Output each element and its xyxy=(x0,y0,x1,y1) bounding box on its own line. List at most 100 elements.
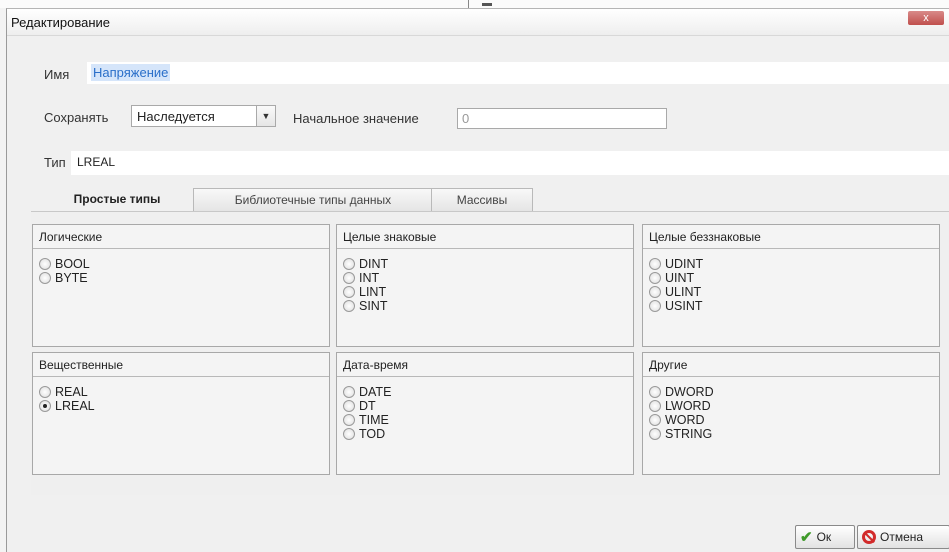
tab-library-types[interactable]: Библиотечные типы данных xyxy=(193,188,433,212)
radio-icon[interactable] xyxy=(39,386,51,398)
radio-option[interactable]: REAL xyxy=(39,385,95,399)
radio-option[interactable]: BYTE xyxy=(39,271,90,285)
cancel-label: Отмена xyxy=(880,530,924,544)
radio-icon[interactable] xyxy=(649,286,661,298)
radio-icon[interactable] xyxy=(649,428,661,440)
group-signed-integers: Целые знаковые DINT INT LINT SINT xyxy=(336,224,634,347)
group-date-time: Дата-время DATE DT TIME TOD xyxy=(336,352,634,475)
option-label: LWORD xyxy=(665,399,711,413)
radio-icon[interactable] xyxy=(343,272,355,284)
option-label: STRING xyxy=(665,427,713,441)
group-other: Другие DWORD LWORD WORD STRING xyxy=(642,352,940,475)
close-button[interactable]: x xyxy=(908,11,944,25)
group-logical: Логические BOOL BYTE xyxy=(32,224,330,347)
radio-icon[interactable] xyxy=(649,386,661,398)
window-title: Редактирование xyxy=(11,15,111,30)
radio-option[interactable]: DT xyxy=(343,399,391,413)
ok-label: Ок xyxy=(816,530,832,544)
radio-option[interactable]: UDINT xyxy=(649,257,703,271)
tab-simple-types[interactable]: Простые типы xyxy=(47,188,187,212)
radio-option[interactable]: TOD xyxy=(343,427,391,441)
radio-option[interactable]: UINT xyxy=(649,271,703,285)
group-title: Другие xyxy=(643,353,939,377)
cancel-button[interactable]: Отмена xyxy=(857,525,949,549)
title-bar: Редактирование x xyxy=(7,9,949,36)
radio-option[interactable]: ULINT xyxy=(649,285,703,299)
radio-option[interactable]: DATE xyxy=(343,385,391,399)
save-label: Сохранять xyxy=(44,110,109,125)
option-label: BYTE xyxy=(55,271,88,285)
option-label: WORD xyxy=(665,413,705,427)
radio-icon[interactable] xyxy=(649,258,661,270)
option-label: REAL xyxy=(55,385,88,399)
radio-icon[interactable] xyxy=(343,258,355,270)
initial-value-input[interactable]: 0 xyxy=(457,108,667,129)
option-label: BOOL xyxy=(55,257,90,271)
option-label: TOD xyxy=(359,427,386,441)
group-title: Целые знаковые xyxy=(337,225,633,249)
group-unsigned-integers: Целые беззнаковые UDINT UINT ULINT USINT xyxy=(642,224,940,347)
chevron-down-icon[interactable]: ▼ xyxy=(256,106,275,126)
radio-icon[interactable] xyxy=(39,258,51,270)
radio-option[interactable]: DWORD xyxy=(649,385,714,399)
checkmark-icon: ✔ xyxy=(800,529,813,546)
option-label: INT xyxy=(359,271,380,285)
group-title: Дата-время xyxy=(337,353,633,377)
radio-icon[interactable] xyxy=(343,300,355,312)
radio-option[interactable]: TIME xyxy=(343,413,391,427)
radio-icon[interactable] xyxy=(343,400,355,412)
cancel-icon xyxy=(862,530,876,544)
option-label: DINT xyxy=(359,257,389,271)
radio-icon[interactable] xyxy=(649,300,661,312)
name-field[interactable]: Напряжение xyxy=(87,62,949,84)
radio-icon[interactable] xyxy=(649,414,661,426)
option-label: LINT xyxy=(359,285,387,299)
name-label: Имя xyxy=(44,67,70,82)
option-label: TIME xyxy=(359,413,389,427)
radio-option[interactable]: DINT xyxy=(343,257,388,271)
option-label: USINT xyxy=(665,299,703,313)
tab-arrays[interactable]: Массивы xyxy=(431,188,533,212)
group-title: Вещественные xyxy=(33,353,329,377)
background-strip xyxy=(0,0,949,8)
type-label: Тип xyxy=(44,155,66,170)
radio-option[interactable]: BOOL xyxy=(39,257,90,271)
radio-option[interactable]: USINT xyxy=(649,299,703,313)
option-label: DATE xyxy=(359,385,392,399)
radio-option-selected[interactable]: LREAL xyxy=(39,399,95,413)
save-select-value: Наследуется xyxy=(137,109,215,124)
radio-icon[interactable] xyxy=(649,272,661,284)
option-label: UDINT xyxy=(665,257,704,271)
radio-option[interactable]: SINT xyxy=(343,299,388,313)
option-label: UINT xyxy=(665,271,695,285)
initial-value-label: Начальное значение xyxy=(293,111,419,126)
tab-panel: Логические BOOL BYTE Целые знаковые DINT… xyxy=(31,211,949,495)
radio-icon[interactable] xyxy=(343,386,355,398)
edit-dialog: Редактирование x Имя Напряжение Сохранят… xyxy=(6,8,949,552)
save-select[interactable]: Наследуется ▼ xyxy=(131,105,276,127)
radio-icon[interactable] xyxy=(649,400,661,412)
group-title: Логические xyxy=(33,225,329,249)
radio-option[interactable]: LWORD xyxy=(649,399,714,413)
option-label: DT xyxy=(359,399,376,413)
radio-icon[interactable] xyxy=(343,286,355,298)
radio-option[interactable]: INT xyxy=(343,271,388,285)
option-label: SINT xyxy=(359,299,388,313)
radio-icon[interactable] xyxy=(343,428,355,440)
divider xyxy=(468,0,469,8)
option-label: LREAL xyxy=(55,399,95,413)
radio-option[interactable]: LINT xyxy=(343,285,388,299)
name-value: Напряжение xyxy=(91,64,171,81)
radio-icon[interactable] xyxy=(39,272,51,284)
radio-option[interactable]: STRING xyxy=(649,427,714,441)
ok-button[interactable]: ✔ Ок xyxy=(795,525,855,549)
background-dash xyxy=(482,3,492,6)
group-title: Целые беззнаковые xyxy=(643,225,939,249)
radio-option[interactable]: WORD xyxy=(649,413,714,427)
radio-icon[interactable] xyxy=(343,414,355,426)
type-field[interactable]: LREAL xyxy=(71,151,949,175)
option-label: DWORD xyxy=(665,385,714,399)
group-real: Вещественные REAL LREAL xyxy=(32,352,330,475)
radio-checked-icon[interactable] xyxy=(39,400,51,412)
option-label: ULINT xyxy=(665,285,702,299)
